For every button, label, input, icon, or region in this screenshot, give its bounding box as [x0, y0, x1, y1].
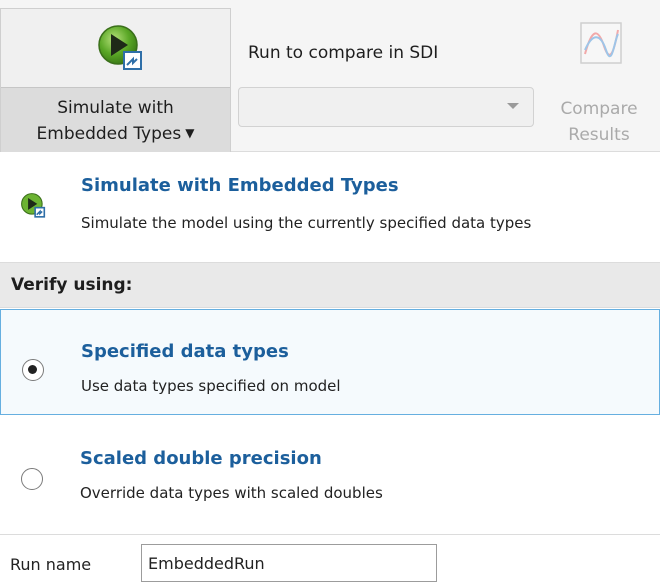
compare-label-line1: Compare	[560, 99, 638, 119]
option-title: Specified data types	[81, 341, 289, 362]
radio-selected-dot	[28, 365, 37, 374]
run-name-label: Run name	[10, 555, 92, 574]
run-compare-label: Run to compare in SDI	[248, 43, 439, 63]
simulate-embedded-button[interactable]	[1, 9, 230, 87]
simulate-embedded-split-button[interactable]: Simulate with Embedded Types ▼	[0, 8, 231, 153]
description-subtitle: Simulate the model using the currently s…	[81, 214, 532, 232]
compare-results-label: Compare Results	[545, 96, 653, 148]
simulate-description: Simulate with Embedded Types Simulate th…	[0, 152, 660, 262]
run-compare-select[interactable]	[238, 87, 534, 127]
run-name-input[interactable]	[141, 544, 437, 582]
divider	[0, 534, 660, 535]
radio-scaled-double-precision[interactable]	[21, 468, 43, 490]
compare-label-line2: Results	[568, 125, 630, 145]
toolstrip: Simulate with Embedded Types ▼ Run to com…	[0, 0, 660, 153]
run-embedded-small-icon	[21, 193, 46, 218]
compare-results-icon	[580, 22, 622, 64]
option-subtitle: Use data types specified on model	[81, 377, 341, 395]
simulate-embedded-dropdown[interactable]: Simulate with Embedded Types ▼	[1, 87, 230, 153]
verify-using-header: Verify using:	[0, 262, 660, 308]
description-title: Simulate with Embedded Types	[81, 175, 399, 196]
option-title: Scaled double precision	[80, 448, 322, 469]
radio-specified-data-types[interactable]	[22, 359, 44, 381]
simulate-label-line1: Simulate with	[57, 98, 174, 118]
option-specified-data-types[interactable]: Specified data types Use data types spec…	[0, 309, 660, 415]
run-embedded-icon	[98, 25, 142, 70]
simulate-label-line2: Embedded Types	[36, 124, 182, 144]
compare-results-button[interactable]: Compare Results	[545, 12, 653, 150]
option-subtitle: Override data types with scaled doubles	[80, 484, 383, 502]
caret-down-icon: ▼	[185, 126, 195, 140]
simulate-label-line2-row: Embedded Types ▼	[1, 121, 230, 148]
dropdown-arrow-icon	[507, 103, 519, 109]
option-scaled-double-precision[interactable]: Scaled double precision Override data ty…	[0, 424, 660, 530]
